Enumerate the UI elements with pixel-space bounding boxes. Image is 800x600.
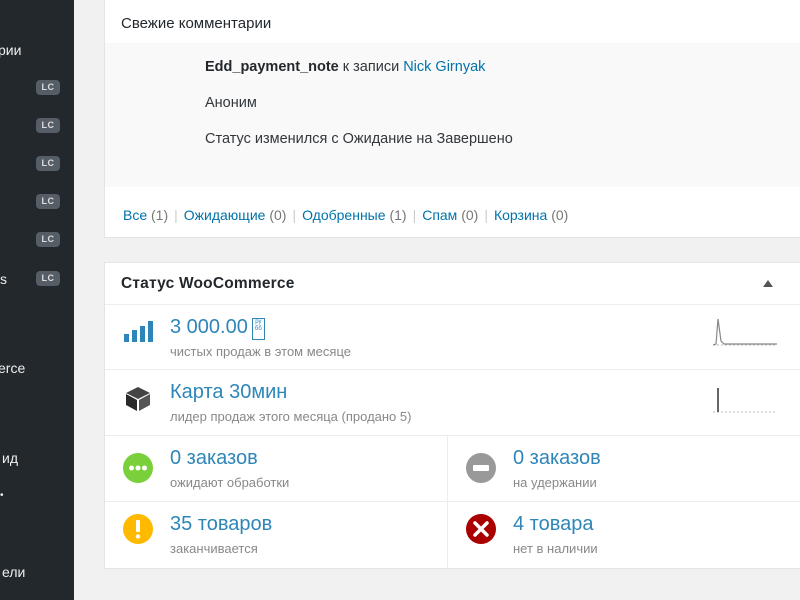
comment-to-label: к записи <box>342 59 400 75</box>
sidebar-item-5[interactable]: ели <box>2 564 25 580</box>
sidebar-item-dot[interactable]: • <box>0 490 4 501</box>
comment-author: Edd_payment_note <box>205 59 339 75</box>
currency-icon: py бб <box>251 318 265 340</box>
bar-chart-icon <box>124 321 153 342</box>
sidebar-item-woocommerce[interactable]: erce <box>0 360 25 376</box>
comment-text: Статус изменился с Ожидание на Завершено <box>205 131 513 147</box>
sidebar-item-1[interactable]: рии <box>0 42 21 58</box>
filter-pending[interactable]: Ожидающие <box>184 207 266 223</box>
sidebar-item-2[interactable]: s <box>0 271 7 287</box>
sidebar-item-4[interactable]: ид <box>2 450 18 466</box>
widget-title: Свежие комментарии <box>121 15 272 32</box>
top-seller-sparkline <box>713 388 777 413</box>
comment-post-link[interactable]: Nick Girnyak <box>403 59 485 75</box>
warning-icon <box>123 514 153 544</box>
error-x-icon <box>466 514 496 544</box>
sidebar-badge: LC <box>36 118 60 133</box>
sidebar-badge: LC <box>36 232 60 247</box>
collapse-arrow-icon[interactable] <box>763 280 773 287</box>
recent-comments-widget: Свежие комментарии Edd_payment_note к за… <box>104 0 800 238</box>
admin-sidebar: рии LC LC LC LC LC s LC erce ид • ели <box>0 0 74 600</box>
widget-header[interactable]: Статус WooCommerce <box>105 263 800 305</box>
filter-spam[interactable]: Спам <box>422 207 457 223</box>
comment-by: Аноним <box>205 95 257 111</box>
onhold-icon <box>466 453 496 483</box>
low-stock-label: заканчивается <box>170 541 258 556</box>
woocommerce-status-widget: Статус WooCommerce 3 000.00 py бб чистых п… <box>104 262 800 569</box>
processing-orders[interactable]: 0 заказов ожидают обработки <box>105 436 448 501</box>
sidebar-badge: LC <box>36 271 60 286</box>
filter-trash[interactable]: Корзина <box>494 207 547 223</box>
low-stock-value: 35 товаров <box>170 513 273 535</box>
comment-item: Edd_payment_note к записи Nick Girnyak А… <box>105 43 800 187</box>
sidebar-badge: LC <box>36 156 60 171</box>
filter-all[interactable]: Все <box>123 207 147 223</box>
top-seller-name: Карта 30мин <box>170 381 288 403</box>
sidebar-badge: LC <box>36 194 60 209</box>
net-sales-value: 3 000.00 py бб <box>170 316 265 340</box>
top-seller-row[interactable]: Карта 30мин лидер продаж этого месяца (п… <box>105 370 800 436</box>
sales-sparkline <box>713 318 777 346</box>
processing-icon <box>123 453 153 483</box>
net-sales-row[interactable]: 3 000.00 py бб чистых продаж в этом месяце <box>105 305 800 370</box>
box-icon <box>126 387 150 411</box>
comment-header: Edd_payment_note к записи Nick Girnyak <box>205 59 485 75</box>
widget-title: Статус WooCommerce <box>121 275 295 292</box>
sidebar-badge: LC <box>36 80 60 95</box>
comment-filters: Все (1) | Ожидающие (0) | Одобренные (1) | Спа… <box>123 207 569 223</box>
onhold-label: на удержании <box>513 475 597 490</box>
top-seller-label: лидер продаж этого месяца (продано 5) <box>170 409 412 424</box>
filter-approved[interactable]: Одобренные <box>302 207 385 223</box>
out-of-stock-label: нет в наличии <box>513 541 598 556</box>
low-stock[interactable]: 35 товаров заканчивается <box>105 502 448 568</box>
onhold-orders[interactable]: 0 заказов на удержании <box>448 436 800 501</box>
processing-value: 0 заказов <box>170 447 258 469</box>
net-sales-label: чистых продаж в этом месяце <box>170 344 351 359</box>
processing-label: ожидают обработки <box>170 475 290 490</box>
out-of-stock[interactable]: 4 товара нет в наличии <box>448 502 800 568</box>
onhold-value: 0 заказов <box>513 447 601 469</box>
orders-row: 0 заказов ожидают обработки 0 заказов на… <box>105 436 800 502</box>
stock-row: 35 товаров заканчивается 4 товара нет в … <box>105 502 800 568</box>
out-of-stock-value: 4 товара <box>513 513 594 535</box>
